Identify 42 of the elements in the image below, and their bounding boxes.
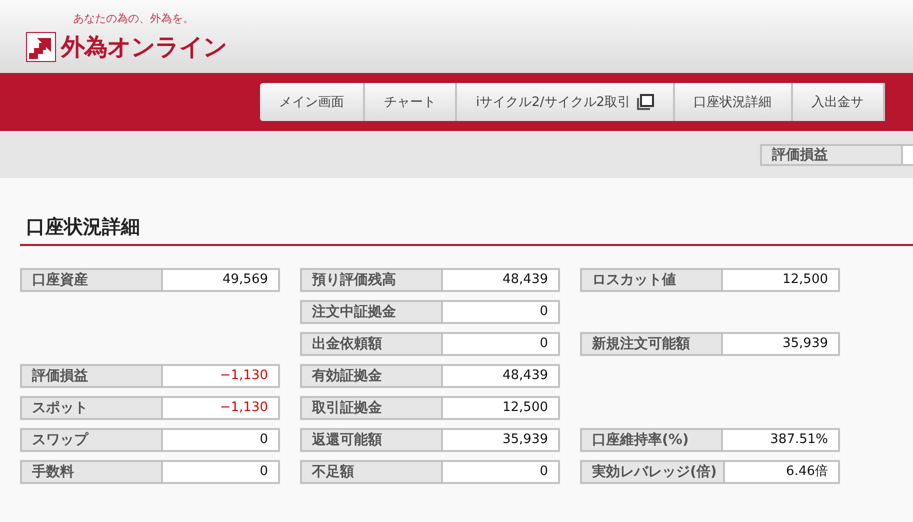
field-value: 0 — [163, 460, 280, 484]
field-value: 12,500 — [723, 268, 840, 292]
field-value: 49,569 — [163, 268, 280, 292]
field-value: 6.46倍 — [724, 460, 840, 484]
field-value: 0 — [443, 332, 560, 356]
field-label: 手数料 — [20, 460, 163, 484]
logo-text[interactable]: 外為オンライン — [61, 32, 227, 62]
field-label: 評価損益 — [20, 364, 163, 388]
field-value: −1,130 — [163, 396, 280, 420]
field-label: 不足額 — [300, 460, 443, 484]
summary-label: 評価損益 — [760, 144, 903, 166]
field-label: 口座資産 — [20, 268, 163, 292]
new-window-icon — [636, 94, 654, 110]
field-value: −1,130 — [163, 364, 280, 388]
field-label: スポット — [20, 396, 163, 420]
field-label: 注文中証拠金 — [300, 300, 443, 324]
field-label: 新規注文可能額 — [580, 332, 723, 356]
field-value: 48,439 — [443, 268, 560, 292]
field-value: 12,500 — [443, 396, 560, 420]
field-value: 387.51% — [723, 428, 840, 452]
field-label: 取引証拠金 — [300, 396, 443, 420]
field-label: ロスカット値 — [580, 268, 723, 292]
field-label: 預り評価残高 — [300, 268, 443, 292]
nav-tab[interactable]: iサイクル2/サイクル2取引 — [457, 83, 675, 121]
tagline: あなたの為の、外為を。 — [73, 12, 195, 26]
field-label: 実効レバレッジ(倍) — [580, 460, 725, 484]
field-label: スワップ — [20, 428, 163, 452]
field-value: 35,939 — [723, 332, 840, 356]
field-label: 口座維持率(%) — [580, 428, 723, 452]
field-value: 35,939 — [443, 428, 560, 452]
page-title: 口座状況詳細 — [20, 214, 913, 246]
field-value: 0 — [443, 300, 560, 324]
field-value: 48,439 — [443, 364, 560, 388]
field-value: 0 — [443, 460, 560, 484]
nav-tab[interactable]: メイン画面 — [260, 83, 365, 121]
field-label: 返還可能額 — [300, 428, 443, 452]
field-label: 有効証拠金 — [300, 364, 443, 388]
nav-tab[interactable]: チャート — [365, 83, 457, 121]
field-label: 出金依頼額 — [300, 332, 443, 356]
nav-tab[interactable]: 口座状況詳細 — [674, 83, 793, 121]
field-value: 0 — [163, 428, 280, 452]
nav-tab[interactable]: 入出金サ — [792, 83, 885, 121]
